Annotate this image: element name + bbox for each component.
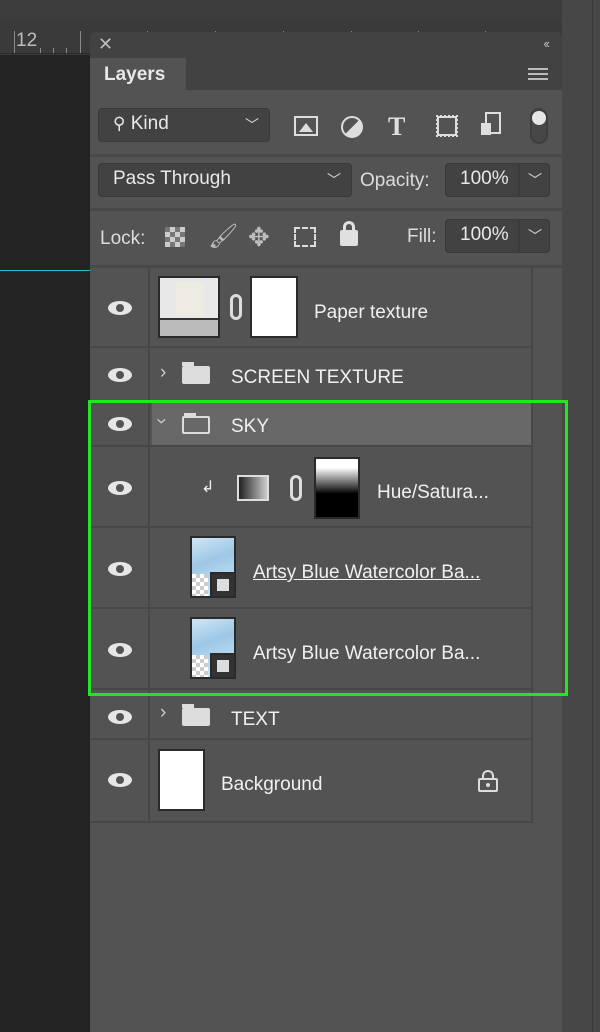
- layer-name: Artsy Blue Watercolor Ba...: [253, 643, 481, 664]
- lock-label: Lock:: [100, 228, 146, 249]
- layer-row[interactable]: ↲ Hue/Satura...: [90, 447, 531, 528]
- layer-mask-thumbnail: [314, 457, 360, 519]
- blend-mode-select[interactable]: Pass Through ﹀: [98, 163, 352, 197]
- layer-row[interactable]: › TEXT: [90, 690, 531, 740]
- lock-paint-brush-icon[interactable]: 🖌: [208, 222, 238, 251]
- layer-name: Background: [221, 774, 323, 795]
- clipping-arrow-icon: ↲: [201, 479, 215, 496]
- ruler-label: 12: [16, 30, 38, 51]
- link-icon[interactable]: [290, 475, 302, 501]
- image-filter-icon[interactable]: [294, 116, 318, 136]
- canvas-area[interactable]: [0, 55, 90, 1032]
- blend-mode-value: Pass Through: [113, 168, 231, 189]
- lock-all-icon[interactable]: [340, 221, 358, 246]
- chevron-right-icon[interactable]: ›: [160, 362, 166, 384]
- layer-name: SKY: [231, 416, 270, 437]
- panel-titlebar: ✕ ‹‹: [90, 32, 562, 58]
- opacity-input[interactable]: 100%: [445, 163, 519, 197]
- layer-row[interactable]: Background: [90, 740, 531, 823]
- layer-row-selected[interactable]: › SKY: [90, 402, 531, 447]
- tab-layers[interactable]: Layers: [90, 58, 186, 90]
- eye-icon[interactable]: [108, 481, 132, 495]
- shape-filter-icon[interactable]: [436, 115, 458, 137]
- eye-icon[interactable]: [108, 368, 132, 382]
- layer-thumbnail: [190, 536, 236, 598]
- layer-row[interactable]: Artsy Blue Watercolor Ba...: [90, 609, 531, 690]
- side-dock: [562, 0, 600, 1032]
- fill-label: Fill:: [407, 226, 437, 247]
- chevron-down-icon: ﹀: [245, 117, 259, 133]
- fill-input[interactable]: 100%: [445, 219, 519, 253]
- tab-bar: Layers: [90, 58, 562, 90]
- type-filter-icon[interactable]: T: [388, 112, 405, 142]
- layer-name: SCREEN TEXTURE: [231, 367, 404, 388]
- collapse-button[interactable]: ‹‹: [543, 36, 550, 51]
- lock-artboard-icon[interactable]: [294, 227, 316, 247]
- opacity-label: Opacity:: [360, 170, 430, 191]
- layer-name: Hue/Satura...: [377, 482, 489, 503]
- chevron-right-icon[interactable]: ›: [160, 702, 166, 724]
- folder-icon: [182, 704, 210, 726]
- folder-open-icon: [182, 413, 210, 434]
- opacity-dropdown[interactable]: ﹀: [519, 163, 550, 197]
- smart-object-icon: [210, 653, 234, 677]
- layer-thumbnail: [158, 749, 205, 811]
- lock-icon[interactable]: [478, 770, 498, 792]
- layers-panel: ✕ ‹‹ Layers ⚲ Kind ﹀ T Pass Through ﹀ Op…: [90, 32, 562, 1032]
- eye-icon[interactable]: [108, 301, 132, 315]
- layer-mask-thumbnail: [250, 276, 298, 338]
- layer-thumbnail: [158, 276, 220, 338]
- layer-name: Paper texture: [314, 302, 429, 323]
- eye-icon[interactable]: [108, 710, 132, 724]
- chevron-down-icon: ﹀: [528, 228, 542, 244]
- panel-menu-icon[interactable]: [528, 68, 548, 80]
- chevron-down-icon: ﹀: [528, 172, 542, 188]
- eye-icon[interactable]: [108, 562, 132, 576]
- adjustment-filter-icon[interactable]: [341, 116, 363, 138]
- smart-object-filter-icon[interactable]: [481, 112, 501, 135]
- filter-toggle[interactable]: [530, 108, 548, 144]
- eye-icon[interactable]: [108, 417, 132, 431]
- layer-thumbnail: [190, 617, 236, 679]
- layer-name: Artsy Blue Watercolor Ba...: [253, 562, 481, 583]
- eye-icon[interactable]: [108, 643, 132, 657]
- lock-transparent-icon[interactable]: [165, 227, 185, 247]
- smart-object-icon: [210, 572, 234, 596]
- filter-kind-value: Kind: [130, 113, 169, 134]
- chevron-down-icon: ﹀: [327, 172, 341, 188]
- filter-kind-select[interactable]: ⚲ Kind ﹀: [98, 108, 270, 142]
- lock-move-icon[interactable]: ✥: [248, 222, 270, 253]
- guide-line: [0, 270, 90, 271]
- adjustment-icon: [237, 475, 269, 501]
- layer-row[interactable]: Paper texture: [90, 268, 531, 348]
- search-icon: ⚲: [113, 114, 126, 133]
- layer-name: TEXT: [231, 709, 280, 730]
- chevron-down-icon[interactable]: ›: [150, 418, 172, 424]
- layer-row[interactable]: › SCREEN TEXTURE: [90, 348, 531, 402]
- eye-icon[interactable]: [108, 773, 132, 787]
- fill-dropdown[interactable]: ﹀: [519, 219, 550, 253]
- close-icon[interactable]: ✕: [98, 34, 113, 55]
- folder-icon: [182, 362, 210, 384]
- link-icon[interactable]: [230, 294, 242, 320]
- layer-row[interactable]: Artsy Blue Watercolor Ba...: [90, 528, 531, 609]
